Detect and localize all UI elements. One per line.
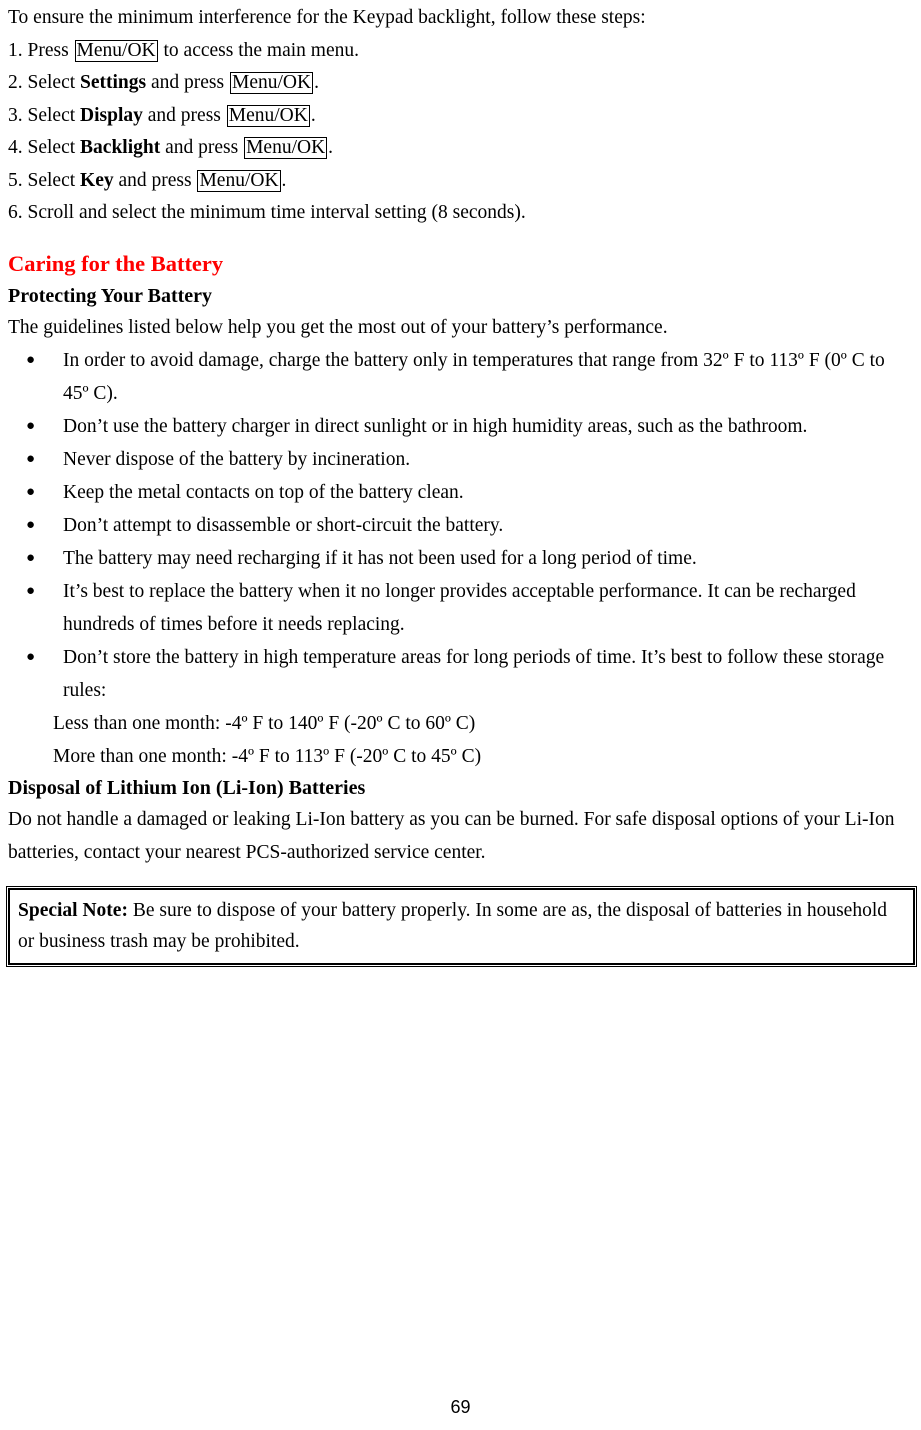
list-item-text: It’s best to replace the battery when it… <box>63 581 856 635</box>
menu-ok-key-4[interactable]: Menu/OK <box>244 137 328 160</box>
step-text-pre-4: Select <box>27 137 81 158</box>
step-item-3: 3. Select Display and press Menu/OK. <box>8 100 915 133</box>
list-item: ● The battery may need recharging if it h… <box>8 542 915 575</box>
step-item-6: 6. Scroll and select the minimum time in… <box>8 197 915 230</box>
subsection-heading-protecting-your-battery: Protecting Your Battery <box>8 284 213 307</box>
list-item: ● Don’t use the battery charger in direct… <box>8 410 915 443</box>
bullet-icon: ● <box>26 484 36 500</box>
step-text-pre-5: Select <box>27 169 81 191</box>
step-bold-keyword-3: Display <box>80 104 143 126</box>
list-item-text: Keep the metal contacts on top of the ba… <box>63 482 464 503</box>
disposal-paragraph: Do not handle a damaged or leaking Li-Io… <box>8 809 895 863</box>
guidelines-intro-paragraph: The guidelines listed below help you get… <box>8 316 668 338</box>
step-item-5: 5. Select Key and press Menu/OK. <box>8 165 915 198</box>
step-bold-keyword-2: Settings <box>80 72 147 93</box>
menu-ok-key-2[interactable]: Menu/OK <box>229 72 314 95</box>
list-item-text: The battery may need recharging if it ha… <box>63 548 697 569</box>
list-item-text: In order to avoid damage, charge the bat… <box>63 350 885 404</box>
bullet-icon: ● <box>26 517 36 533</box>
intro-paragraph: To ensure the minimum interference for t… <box>8 7 646 28</box>
step-item-1: 1. Press Menu/OK to access the main menu… <box>8 35 915 68</box>
list-item: ● Never dispose of the battery by inciner… <box>8 443 915 476</box>
storage-rule-less-than-one-month: Less than one month: -4º F to 140º F (-2… <box>53 713 476 734</box>
step-text-pre-1: Press <box>27 39 74 61</box>
step-text-post-5: . <box>281 169 287 191</box>
special-note-text: Be sure to dispose of your battery prope… <box>18 900 887 952</box>
step-text-post-4: . <box>328 137 334 158</box>
special-note-label: Special Note: <box>18 900 128 921</box>
list-item: ● Don’t store the battery in high tempera… <box>8 641 915 707</box>
menu-ok-key-3[interactable]: Menu/OK <box>226 104 310 127</box>
list-item-text: Don’t store the battery in high temperat… <box>63 647 885 701</box>
step-bold-keyword-4: Backlight <box>80 137 161 158</box>
step-number-5: 5. <box>8 169 23 191</box>
step-number-4: 4. <box>8 137 23 158</box>
step-item-4: 4. Select Backlight and press Menu/OK. <box>8 132 915 165</box>
step-text-post-1: to access the main menu. <box>158 39 359 61</box>
step-text-mid-2: and press <box>146 72 229 93</box>
list-item-text: Don’t use the battery charger in direct … <box>63 416 808 437</box>
section-heading-caring-for-the-battery: Caring for the Battery <box>8 250 224 276</box>
bullet-icon: ● <box>26 418 36 434</box>
page-number: 69 <box>450 1397 471 1417</box>
bullet-icon: ● <box>26 550 36 566</box>
step-text-post-2: . <box>314 72 319 93</box>
bullet-icon: ● <box>26 649 36 665</box>
list-item: ● In order to avoid damage, charge the ba… <box>8 344 915 410</box>
storage-rule-more-than-one-month: More than one month: -4º F to 113º F (-2… <box>53 746 482 767</box>
step-number-6: 6. <box>8 202 23 223</box>
bullet-icon: ● <box>26 583 36 599</box>
list-item-text: Don’t attempt to disassemble or short-ci… <box>63 515 504 536</box>
list-item: ● Keep the metal contacts on top of the b… <box>8 476 915 509</box>
storage-rules-group: Less than one month: -4º F to 140º F (-2… <box>8 707 915 773</box>
step-text-6: Scroll and select the minimum time inter… <box>27 202 526 223</box>
list-item: ● Don’t attempt to disassemble or short-c… <box>8 509 915 542</box>
step-text-mid-5: and press <box>113 169 197 191</box>
step-item-2: 2. Select Settings and press Menu/OK. <box>8 67 915 100</box>
numbered-steps-list: 1. Press Menu/OK to access the main menu… <box>8 35 915 230</box>
battery-guidelines-list: ● In order to avoid damage, charge the ba… <box>8 344 915 707</box>
subsection-heading-disposal-of-lithium-ion-batteries: Disposal of Lithium Ion (Li-Ion) Batteri… <box>8 777 366 799</box>
bullet-icon: ● <box>26 451 36 467</box>
step-text-pre-3: Select <box>27 104 81 126</box>
step-text-mid-4: and press <box>160 137 244 158</box>
step-number-1: 1. <box>8 39 23 61</box>
step-text-mid-3: and press <box>142 104 226 126</box>
list-item: ● It’s best to replace the battery when i… <box>8 575 915 641</box>
step-number-3: 3. <box>8 104 23 126</box>
step-bold-keyword-5: Key <box>80 169 114 191</box>
menu-ok-key-5[interactable]: Menu/OK <box>197 169 281 192</box>
step-text-post-3: . <box>310 104 316 126</box>
menu-ok-key-1[interactable]: Menu/OK <box>74 39 158 62</box>
special-note-box: Special Note: Be sure to dispose of your… <box>6 886 917 967</box>
document-page: To ensure the minimum interference for t… <box>0 0 921 1430</box>
step-text-pre-2: Select <box>27 72 81 93</box>
step-number-2: 2. <box>8 72 23 93</box>
list-item-text: Never dispose of the battery by incinera… <box>63 449 411 470</box>
bullet-icon: ● <box>26 352 36 368</box>
